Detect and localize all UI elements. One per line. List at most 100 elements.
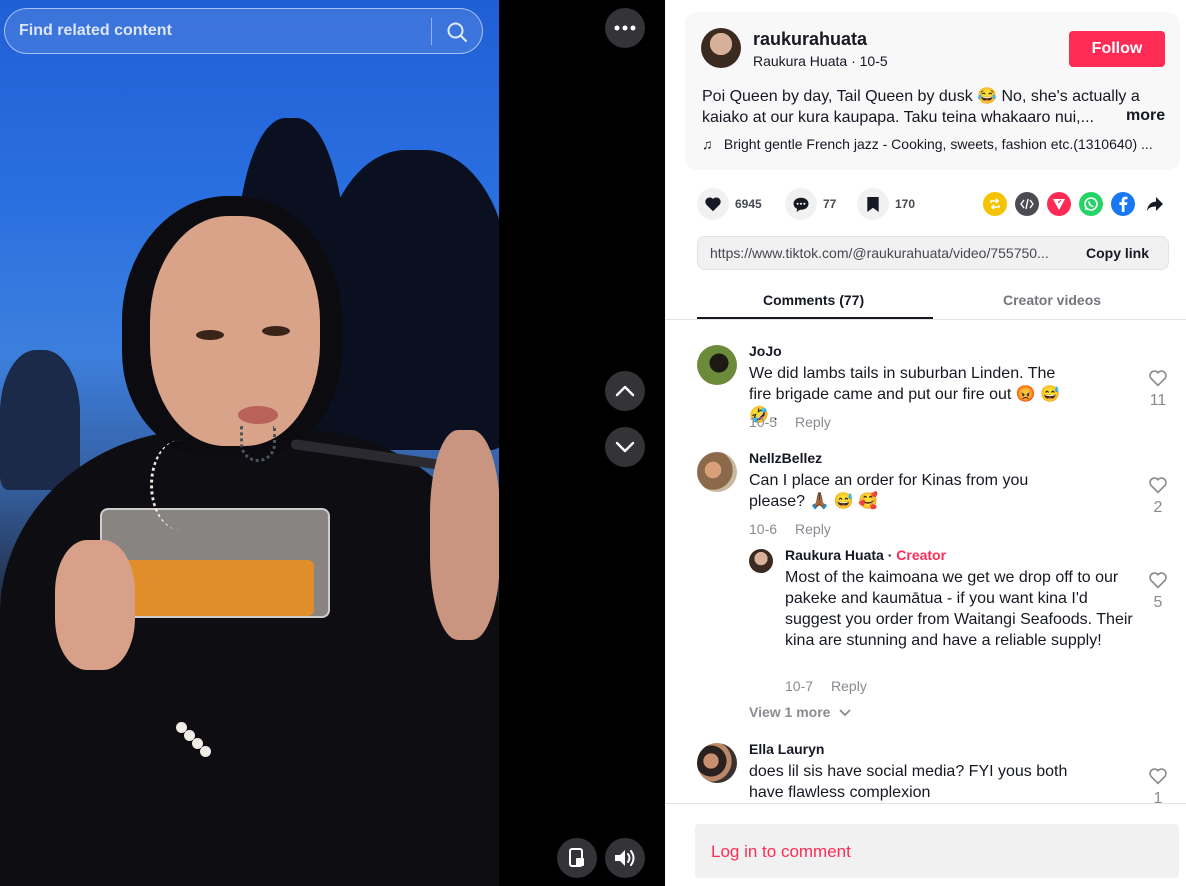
next-video-button[interactable] xyxy=(605,427,645,467)
login-to-comment-bar[interactable]: Log in to comment xyxy=(695,824,1179,878)
like-count: 6945 xyxy=(735,197,762,211)
heart-outline-icon[interactable] xyxy=(1148,369,1168,387)
heart-outline-icon[interactable] xyxy=(1148,767,1168,785)
comment-like[interactable]: 5 xyxy=(1147,571,1169,612)
reply-button[interactable]: Reply xyxy=(795,521,831,537)
background-tree xyxy=(320,150,499,450)
comment-item: JoJo We did lambs tails in suburban Lind… xyxy=(697,343,1167,433)
video-frame[interactable] xyxy=(0,0,499,886)
search-input[interactable]: Find related content xyxy=(19,22,172,40)
view-more-label[interactable]: View 1 more xyxy=(749,704,830,720)
send-to-friends-icon[interactable] xyxy=(1047,192,1071,216)
commenter-name[interactable]: Raukura Huata xyxy=(785,547,884,563)
more-button[interactable]: more xyxy=(1120,107,1166,125)
heart-icon[interactable] xyxy=(697,188,729,220)
login-to-comment-link[interactable]: Log in to comment xyxy=(711,842,851,862)
whatsapp-icon[interactable] xyxy=(1079,192,1103,216)
comment-list[interactable]: JoJo We did lambs tails in suburban Lind… xyxy=(665,321,1186,803)
person-hand xyxy=(55,540,135,670)
volume-button[interactable] xyxy=(605,838,645,878)
embed-icon[interactable] xyxy=(1015,192,1039,216)
mini-player-icon xyxy=(569,848,584,867)
commenter-name-line: Raukura Huata · Creator xyxy=(785,547,946,563)
comment-like-count: 11 xyxy=(1149,392,1167,409)
commenter-name[interactable]: JoJo xyxy=(749,343,782,359)
previous-video-button[interactable] xyxy=(605,371,645,411)
comment-meta: 10-5 Reply xyxy=(749,414,831,430)
person-lips xyxy=(238,406,278,424)
chevron-down-icon xyxy=(839,709,851,717)
commenter-name[interactable]: Ella Lauryn xyxy=(749,741,824,757)
video-url: https://www.tiktok.com/@raukurahuata/vid… xyxy=(710,245,1049,261)
follow-button[interactable]: Follow xyxy=(1069,31,1165,67)
comment-like[interactable]: 11 xyxy=(1147,369,1169,410)
pearl-pin xyxy=(172,722,212,762)
heart-outline-icon[interactable] xyxy=(1148,571,1168,589)
comment-item: Ella Lauryn does lil sis have social med… xyxy=(697,741,1167,803)
reply-item: Raukura Huata · Creator Most of the kaim… xyxy=(749,547,1169,697)
bookmark-icon[interactable] xyxy=(857,188,889,220)
search-icon[interactable] xyxy=(445,20,469,44)
heart-outline-icon[interactable] xyxy=(1148,476,1168,494)
active-tab-indicator xyxy=(697,317,933,319)
comment-like-count: 1 xyxy=(1153,790,1163,803)
comment-text: does lil sis have social media? FYI yous… xyxy=(749,763,1068,801)
commenter-avatar[interactable] xyxy=(697,345,737,385)
reply-button[interactable]: Reply xyxy=(795,414,831,430)
comment-meta: 10-6 Reply xyxy=(749,521,831,537)
separator-dot: · xyxy=(851,53,860,69)
music-link[interactable]: ♫ Bright gentle French jazz - Cooking, s… xyxy=(702,136,1172,152)
tab-creator-videos[interactable]: Creator videos xyxy=(1003,292,1101,308)
copy-link-button[interactable]: Copy link xyxy=(1086,245,1149,261)
repost-icon[interactable] xyxy=(983,192,1007,216)
post-date: 10-5 xyxy=(859,53,888,69)
author-nickname: Raukura Huata xyxy=(753,53,848,69)
commenter-avatar[interactable] xyxy=(749,549,773,573)
person-eye xyxy=(196,330,224,340)
divider xyxy=(665,803,1186,804)
comment-action[interactable]: 77 xyxy=(785,186,836,222)
video-player[interactable]: Find related content xyxy=(0,0,665,886)
like-action[interactable]: 6945 xyxy=(697,186,762,222)
chin-tattoo xyxy=(240,426,276,462)
comment-like[interactable]: 2 xyxy=(1147,476,1169,517)
ellipsis-icon xyxy=(614,25,636,31)
commenter-avatar[interactable] xyxy=(697,452,737,492)
separator-dot: · xyxy=(883,547,897,563)
comment-icon[interactable] xyxy=(785,188,817,220)
video-description: Poi Queen by day, Tail Queen by dusk 😂 N… xyxy=(702,88,1140,126)
commenter-name[interactable]: NellzBellez xyxy=(749,450,822,466)
background-tree xyxy=(0,350,80,490)
details-panel: raukurahuata Raukura Huata · 10-5 Follow… xyxy=(665,0,1186,886)
music-note-icon: ♫ xyxy=(702,136,713,152)
comment-like-count: 2 xyxy=(1153,499,1163,516)
chevron-up-icon xyxy=(615,385,635,397)
search-bar[interactable]: Find related content xyxy=(4,8,483,54)
music-title: Bright gentle French jazz - Cooking, swe… xyxy=(723,136,1153,152)
favorite-action[interactable]: 170 xyxy=(857,186,915,222)
actions-row: 6945 77 170 xyxy=(695,186,1175,222)
creator-badge: Creator xyxy=(896,547,947,563)
share-arrow-icon[interactable] xyxy=(1143,192,1167,216)
facebook-icon[interactable] xyxy=(1111,192,1135,216)
tab-comments[interactable]: Comments (77) xyxy=(763,292,864,308)
floating-player-button[interactable] xyxy=(557,838,597,878)
reply-button[interactable]: Reply xyxy=(831,678,867,694)
chevron-down-icon xyxy=(615,441,635,453)
author-username[interactable]: raukurahuata xyxy=(753,29,867,50)
person-face xyxy=(150,216,320,446)
comment-date: 10-6 xyxy=(749,521,778,537)
author-avatar[interactable] xyxy=(701,28,741,68)
author-card: raukurahuata Raukura Huata · 10-5 Follow… xyxy=(685,12,1180,170)
search-divider xyxy=(431,18,432,45)
comment-item: NellzBellez Can I place an order for Kin… xyxy=(697,450,1167,540)
copy-link-box: https://www.tiktok.com/@raukurahuata/vid… xyxy=(697,236,1169,270)
comment-like[interactable]: 1 xyxy=(1147,767,1169,803)
food xyxy=(118,560,314,616)
tabs: Comments (77) Creator videos xyxy=(665,280,1186,320)
more-options-button[interactable] xyxy=(605,8,645,48)
speaker-icon xyxy=(615,850,635,866)
save-count: 170 xyxy=(895,197,916,211)
view-more-replies[interactable]: View 1 more xyxy=(749,704,949,724)
commenter-avatar[interactable] xyxy=(697,743,737,783)
